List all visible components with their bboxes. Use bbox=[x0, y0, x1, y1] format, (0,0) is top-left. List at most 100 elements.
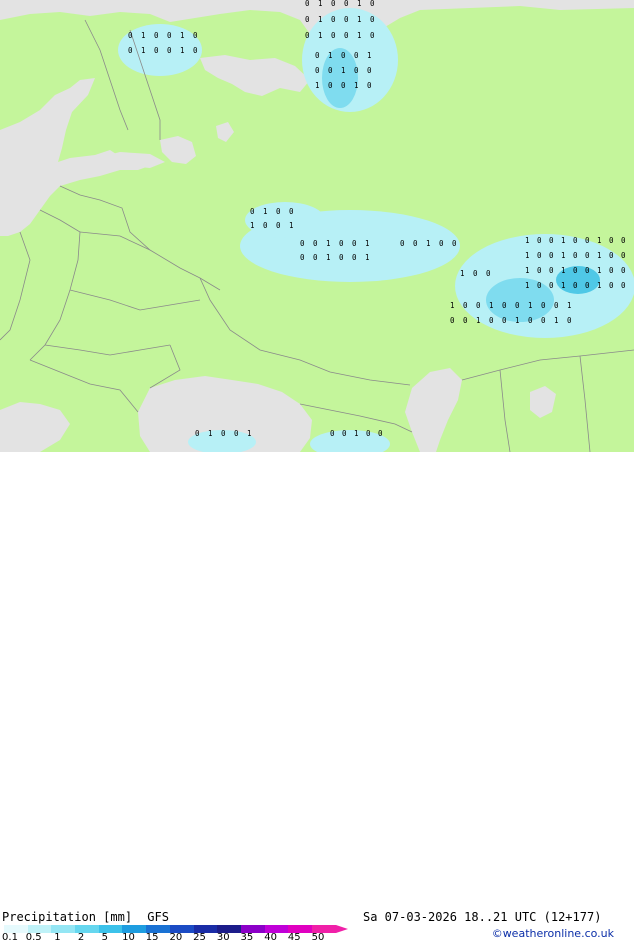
precip-marker: 0 bbox=[344, 15, 349, 24]
precip-marker: 0 bbox=[305, 31, 310, 40]
color-scale-label: 45 bbox=[287, 932, 301, 943]
precip-marker: 0 bbox=[193, 31, 198, 40]
precip-marker: 1 bbox=[208, 429, 213, 438]
precip-marker: 1 bbox=[289, 221, 294, 230]
precip-marker: 1 bbox=[357, 15, 362, 24]
precip-marker: 1 bbox=[597, 236, 602, 245]
precip-marker: 1 bbox=[367, 51, 372, 60]
precip-marker: 0 bbox=[128, 46, 133, 55]
precip-marker: 0 bbox=[585, 236, 590, 245]
precipitation-map: 0 1 0 0 1 00 1 0 0 1 00 1 0 0 1 00 1 0 0 10 0 1 0 01 0 0 1 00 1 0 0 1 00… bbox=[0, 0, 634, 452]
precip-marker: 0 bbox=[315, 51, 320, 60]
precip-marker: 0 bbox=[263, 221, 268, 230]
precip-marker: 0 bbox=[502, 316, 507, 325]
credit-text: ©weatheronline.co.uk bbox=[491, 927, 614, 940]
precip-marker: 0 bbox=[502, 301, 507, 310]
precip-marker: 0 bbox=[515, 301, 520, 310]
precip-marker: 1 bbox=[247, 429, 252, 438]
color-scale-label: 5 bbox=[101, 932, 108, 943]
precip-marker: 1 bbox=[515, 316, 520, 325]
color-scale-label: 10 bbox=[122, 932, 135, 943]
precip-marker: 0 bbox=[541, 316, 546, 325]
precip-marker: 1 bbox=[561, 251, 566, 260]
precip-marker: 0 bbox=[621, 236, 626, 245]
precip-marker: 0 bbox=[331, 0, 336, 8]
precip-marker: 0 bbox=[370, 15, 375, 24]
precip-marker: 0 bbox=[300, 239, 305, 248]
color-scale-label: 0.1 bbox=[2, 932, 18, 943]
precip-marker: 1 bbox=[250, 221, 255, 230]
precip-marker: 0 bbox=[154, 31, 159, 40]
legend-title-text: Precipitation [mm] bbox=[2, 910, 133, 924]
precip-marker: 0 bbox=[341, 81, 346, 90]
precip-marker: 0 bbox=[354, 66, 359, 75]
precip-marker: 0 bbox=[370, 0, 375, 8]
precip-marker: 0 bbox=[400, 239, 405, 248]
precip-marker: 0 bbox=[413, 239, 418, 248]
precip-marker: 0 bbox=[621, 266, 626, 275]
precip-marker: 0 bbox=[573, 281, 578, 290]
precip-marker: 0 bbox=[300, 253, 305, 262]
precip-marker: 0 bbox=[554, 301, 559, 310]
precip-marker: 1 bbox=[489, 301, 494, 310]
precip-marker: 1 bbox=[561, 281, 566, 290]
precip-marker: 0 bbox=[541, 301, 546, 310]
precip-marker: 0 bbox=[315, 66, 320, 75]
precip-marker: 1 bbox=[597, 251, 602, 260]
precip-marker: 0 bbox=[528, 316, 533, 325]
precip-marker: 1 bbox=[354, 429, 359, 438]
precip-marker: 0 bbox=[370, 31, 375, 40]
precip-marker: 1 bbox=[525, 236, 530, 245]
precip-marker: 1 bbox=[357, 31, 362, 40]
precip-marker: 0 bbox=[609, 251, 614, 260]
precip-marker: 0 bbox=[276, 207, 281, 216]
precip-marker: 0 bbox=[352, 239, 357, 248]
precip-marker: 1 bbox=[528, 301, 533, 310]
color-scale-label: 15 bbox=[145, 932, 159, 943]
precip-marker: 0 bbox=[305, 0, 310, 8]
precip-marker: 0 bbox=[585, 251, 590, 260]
precip-marker: 0 bbox=[609, 266, 614, 275]
precip-marker: 1 bbox=[315, 81, 320, 90]
legend-title: Precipitation [mm] GFS bbox=[2, 910, 169, 924]
precip-marker: 0 bbox=[549, 266, 554, 275]
precip-marker: 1 bbox=[318, 15, 323, 24]
color-scale-segment bbox=[146, 925, 170, 933]
color-scale-label: 1 bbox=[54, 932, 61, 943]
color-scale-label: 25 bbox=[193, 932, 206, 943]
precip-marker: 0 bbox=[313, 239, 318, 248]
color-scale-segment bbox=[27, 925, 52, 933]
precip-marker: 0 bbox=[167, 31, 172, 40]
precip-marker: 0 bbox=[234, 429, 239, 438]
color-scale-label: 40 bbox=[264, 932, 277, 943]
precip-marker: 0 bbox=[537, 251, 542, 260]
precip-marker: 0 bbox=[609, 281, 614, 290]
precip-marker: 0 bbox=[221, 429, 226, 438]
precip-area-volga-west bbox=[245, 202, 325, 238]
precip-marker: 0 bbox=[367, 81, 372, 90]
precip-marker: 0 bbox=[331, 31, 336, 40]
precip-marker: 0 bbox=[537, 266, 542, 275]
precip-marker: 1 bbox=[341, 66, 346, 75]
precip-marker: 0 bbox=[344, 0, 349, 8]
precip-marker: 0 bbox=[330, 429, 335, 438]
valid-time: Sa 07-03-2026 18..21 UTC (12+177) bbox=[363, 910, 602, 924]
precip-marker: 1 bbox=[450, 301, 455, 310]
precip-marker: 0 bbox=[621, 251, 626, 260]
precip-marker: 0 bbox=[250, 207, 255, 216]
color-scale-segment bbox=[264, 925, 289, 933]
legend-footer: Precipitation [mm] GFS Sa 07-03-2026 18.… bbox=[0, 452, 634, 943]
precip-marker: 0 bbox=[367, 66, 372, 75]
color-scale-label: 50 bbox=[311, 932, 325, 943]
precip-marker: 1 bbox=[263, 207, 268, 216]
precip-marker: 0 bbox=[450, 316, 455, 325]
precip-marker: 0 bbox=[341, 51, 346, 60]
precip-marker: 0 bbox=[549, 236, 554, 245]
model-name: GFS bbox=[147, 910, 169, 924]
precip-marker: 0 bbox=[585, 266, 590, 275]
precip-marker: 0 bbox=[352, 253, 357, 262]
color-scale-segment bbox=[51, 925, 76, 933]
precip-marker: 1 bbox=[525, 266, 530, 275]
precip-marker: 1 bbox=[567, 301, 572, 310]
precip-marker: 0 bbox=[339, 253, 344, 262]
